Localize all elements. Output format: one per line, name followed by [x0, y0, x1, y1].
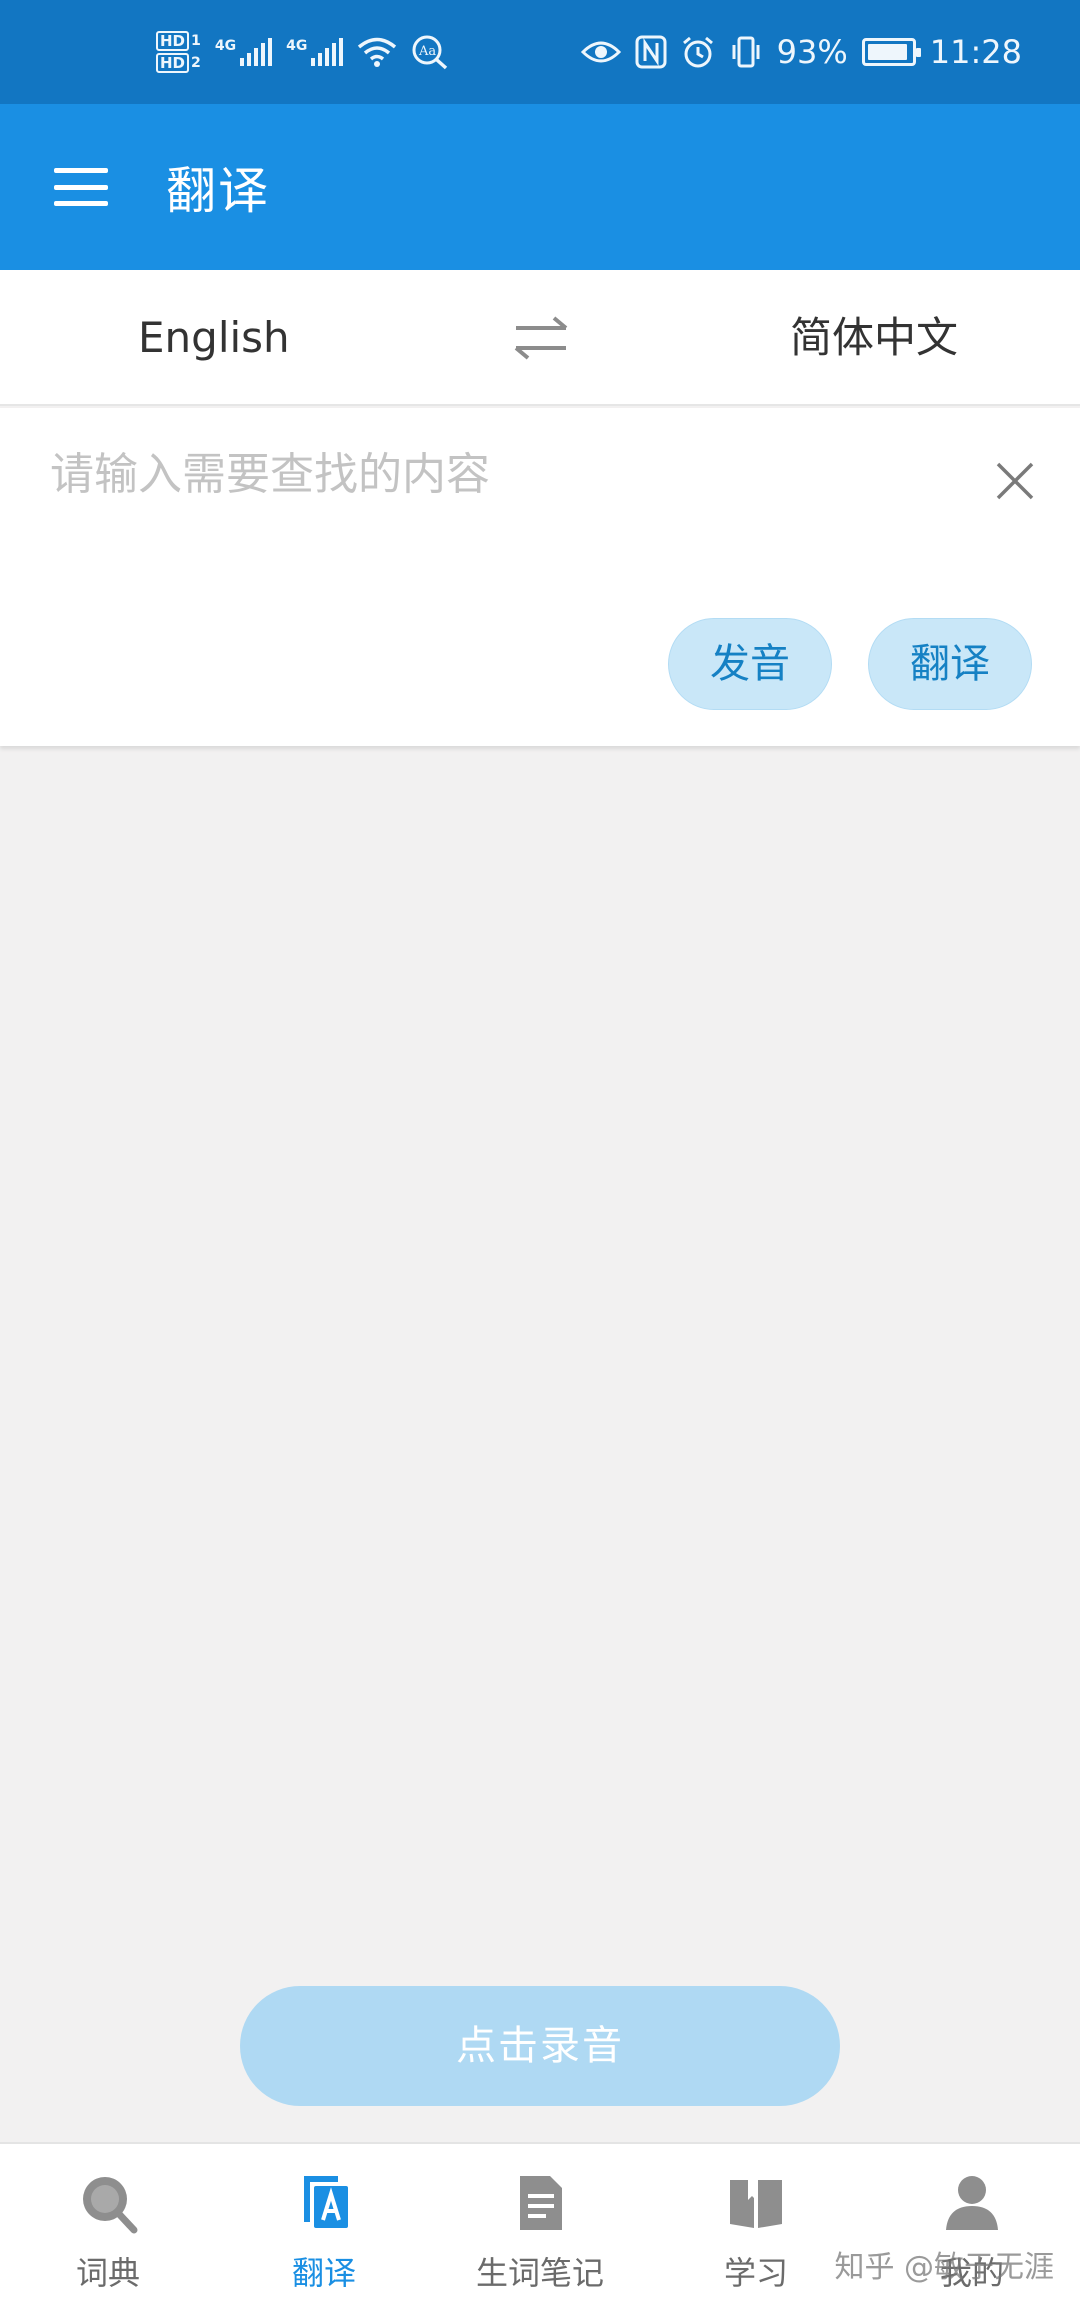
text-size-icon: Aa — [412, 35, 448, 70]
speak-button[interactable]: 发音 — [668, 618, 832, 710]
hd2-sub: 2 — [191, 55, 201, 71]
tab-label: 学习 — [723, 2254, 788, 2292]
vibrate-icon — [732, 36, 760, 68]
wifi-icon — [358, 37, 397, 67]
notebook-icon — [520, 2176, 562, 2230]
tab-label: 词典 — [75, 2254, 140, 2292]
status-bar-right: 93% 11:28 — [580, 33, 1022, 71]
page-title: 翻译 — [166, 162, 270, 220]
book-icon — [730, 2180, 782, 2228]
search-icon — [83, 2177, 138, 2234]
hd-icon: HD 1 HD 2 — [156, 30, 201, 74]
status-bar: HD 1 HD 2 4G 4G Aa 93% 11:28 — [0, 0, 1080, 104]
tab-translate[interactable]: 翻译 — [216, 2144, 432, 2310]
svg-text:Aa: Aa — [418, 44, 436, 59]
translate-button[interactable]: 翻译 — [868, 618, 1032, 710]
swap-arrows-icon[interactable] — [510, 310, 572, 366]
source-language[interactable]: English — [138, 270, 290, 406]
alarm-icon — [682, 36, 713, 68]
nfc-icon — [635, 35, 667, 69]
tab-vocabulary-notes[interactable]: 生词笔记 — [432, 2144, 648, 2310]
tab-study[interactable]: 学习 — [648, 2144, 864, 2310]
translation-input-card: 发音 翻译 — [0, 408, 1080, 746]
clock: 11:28 — [929, 33, 1022, 71]
watermark: 知乎 @敏于无涯 — [834, 2250, 1054, 2285]
network-type-2: 4G — [286, 38, 308, 54]
hamburger-menu-icon[interactable] — [54, 168, 108, 206]
battery-percent: 93% — [776, 33, 848, 71]
translation-input[interactable] — [50, 438, 950, 598]
tab-label: 翻译 — [291, 2254, 356, 2292]
battery-icon — [861, 38, 921, 66]
user-icon — [946, 2176, 998, 2230]
signal-icon: 4G — [214, 38, 273, 66]
hd1-sub: 1 — [191, 33, 201, 49]
language-selector: English 简体中文 — [0, 270, 1080, 406]
battery-level — [867, 44, 907, 60]
translate-icon — [304, 2176, 348, 2228]
eye-icon — [580, 41, 621, 63]
tab-dictionary[interactable]: 词典 — [0, 2144, 216, 2310]
target-language[interactable]: 简体中文 — [790, 270, 958, 406]
status-bar-left: HD 1 HD 2 4G 4G Aa — [156, 30, 449, 74]
tab-label: 生词笔记 — [475, 2254, 604, 2292]
hd1-label: HD — [156, 31, 190, 51]
close-icon[interactable] — [992, 458, 1038, 504]
hd2-label: HD — [156, 53, 190, 73]
signal-icon: 4G — [286, 38, 344, 66]
app-bar: 翻译 — [0, 104, 1080, 270]
network-type-1: 4G — [214, 38, 237, 54]
record-button[interactable]: 点击录音 — [240, 1986, 840, 2106]
